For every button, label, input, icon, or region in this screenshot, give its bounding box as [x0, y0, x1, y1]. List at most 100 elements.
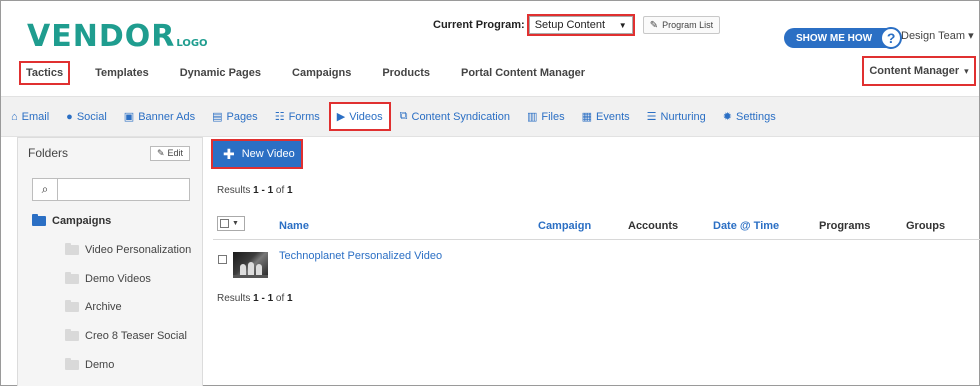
results-summary-bottom: Results 1 - 1 of 1 [217, 293, 293, 304]
nav-templates[interactable]: Templates [91, 64, 153, 82]
subnav-nurturing[interactable]: ☰ Nurturing [647, 110, 706, 124]
nav-campaigns[interactable]: Campaigns [288, 64, 355, 82]
videos-icon: ▶ [336, 111, 346, 123]
tactics-subnav: ⌂ Email ● Social ▣ Banner Ads ▤ Pages ☷ … [1, 96, 979, 137]
files-icon: ▥ [526, 111, 538, 123]
folder-icon [65, 243, 79, 255]
thumbnail-figure [256, 264, 262, 275]
folder-icon [65, 300, 79, 312]
team-caret-icon: ▾ [968, 30, 974, 42]
subnav-settings[interactable]: ✹ Settings [723, 110, 776, 124]
subnav-events[interactable]: ▦ Events [581, 110, 630, 124]
events-icon: ▦ [581, 111, 592, 123]
results-total: 1 [287, 293, 293, 304]
subnav-email[interactable]: ⌂ Email [11, 111, 49, 123]
pencil-icon: ✎ [156, 147, 165, 158]
program-select[interactable]: Setup Content ▼ [526, 14, 635, 36]
video-name-link[interactable]: Technoplanet Personalized Video [279, 250, 442, 262]
results-prefix: Results [217, 185, 254, 196]
email-icon: ⌂ [11, 110, 18, 123]
subnav-files[interactable]: ▥ Files [526, 110, 565, 124]
folder-item-label: Archive [85, 301, 122, 313]
logo-main-text: VENDOR [27, 19, 176, 54]
content-manager-menu[interactable]: Content Manager ▾ [862, 56, 976, 86]
header: VENDOR LOGO Current Program: Setup Conte… [1, 1, 979, 94]
folder-item[interactable]: Archive [65, 300, 122, 313]
subnav-content-syndication-label: Content Syndication [411, 110, 510, 123]
chevron-down-icon: ▼ [232, 220, 239, 227]
folder-item-label: Video Personalization [85, 244, 192, 256]
results-prefix: Results [217, 293, 254, 304]
show-me-how-button[interactable]: SHOW ME HOW ? [784, 27, 903, 49]
program-list-label: Program List [662, 20, 714, 30]
nav-products[interactable]: Products [378, 64, 434, 82]
pages-icon: ▤ [212, 111, 223, 123]
folder-campaigns[interactable]: Campaigns [32, 214, 112, 227]
subnav-pages[interactable]: ▤ Pages [212, 110, 258, 124]
folder-search: ⌕ [32, 178, 190, 201]
subnav-events-label: Events [596, 110, 630, 123]
subnav-content-syndication[interactable]: ⧉ Content Syndication [400, 110, 510, 123]
program-label: Current Program: [433, 19, 525, 31]
select-all-checkbox[interactable] [220, 219, 229, 228]
subnav-forms-label: Forms [288, 110, 320, 123]
video-thumbnail[interactable] [233, 252, 268, 278]
syndication-icon: ⧉ [399, 110, 408, 122]
help-question-icon: ? [880, 27, 903, 49]
subnav-social-label: Social [76, 110, 107, 123]
nav-tactics[interactable]: Tactics [18, 61, 71, 85]
team-menu[interactable]: Design Team ▾ [901, 29, 974, 42]
folder-campaigns-label: Campaigns [52, 215, 112, 227]
nav-dynamic-pages[interactable]: Dynamic Pages [176, 64, 265, 82]
column-campaign[interactable]: Campaign [538, 220, 591, 232]
results-total: 1 [287, 185, 293, 196]
vendor-logo[interactable]: VENDOR LOGO [27, 19, 208, 54]
folder-item[interactable]: Video Personalization [65, 243, 192, 256]
forms-icon: ☷ [274, 111, 285, 123]
main-nav: Tactics Templates Dynamic Pages Campaign… [18, 61, 612, 85]
subnav-forms[interactable]: ☷ Forms [274, 110, 320, 124]
nav-portal-content-manager[interactable]: Portal Content Manager [457, 64, 589, 82]
subnav-settings-label: Settings [735, 110, 776, 123]
thumbnail-figure [248, 262, 254, 275]
subnav-videos-label: Videos [349, 110, 383, 123]
folders-title: Folders [28, 146, 69, 160]
chevron-down-icon: ▼ [618, 20, 627, 30]
subnav-banner-ads[interactable]: ▣ Banner Ads [123, 110, 195, 124]
new-video-label: New Video [241, 148, 295, 160]
folder-icon [65, 272, 79, 284]
row-checkbox[interactable] [218, 255, 227, 264]
folder-item[interactable]: Demo [65, 358, 115, 371]
column-programs: Programs [819, 220, 871, 232]
folder-icon [65, 329, 79, 341]
folders-panel: Folders ✎ Edit ⌕ Campaigns Video Persona… [17, 137, 203, 386]
subnav-videos[interactable]: ▶ Videos [328, 102, 391, 131]
folder-item[interactable]: Creo 8 Teaser Social [65, 329, 187, 342]
folders-edit-label: Edit [167, 148, 184, 158]
subnav-social[interactable]: ● Social [66, 111, 107, 123]
new-video-button[interactable]: ✚ New Video [211, 139, 303, 169]
program-list-button[interactable]: ✎ Program List [642, 16, 721, 34]
search-icon[interactable]: ⌕ [32, 178, 58, 201]
logo-suffix-text: LOGO [176, 38, 208, 49]
results-of: of [273, 293, 288, 304]
subnav-files-label: Files [541, 110, 565, 123]
banner-ads-icon: ▣ [123, 111, 135, 123]
select-all-dropdown[interactable]: ▼ [217, 216, 245, 231]
results-range: 1 - 1 [253, 293, 274, 304]
column-date-time[interactable]: Date @ Time [713, 220, 779, 232]
column-name[interactable]: Name [279, 220, 309, 232]
folder-icon [32, 214, 46, 226]
subnav-pages-label: Pages [226, 110, 258, 123]
folder-item-label: Demo [85, 359, 115, 371]
program-selector: Current Program: Setup Content ▼ ✎ Progr… [433, 14, 721, 36]
folders-header: Folders ✎ Edit [18, 138, 202, 168]
column-groups: Groups [906, 220, 946, 232]
folders-edit-button[interactable]: ✎ Edit [150, 145, 190, 161]
folder-item-label: Creo 8 Teaser Social [85, 330, 187, 342]
folder-item[interactable]: Demo Videos [65, 272, 151, 285]
plus-icon: ✚ [223, 145, 235, 162]
pencil-icon: ✎ [649, 19, 659, 31]
thumbnail-bar [233, 275, 268, 278]
folder-search-input[interactable] [58, 178, 190, 201]
